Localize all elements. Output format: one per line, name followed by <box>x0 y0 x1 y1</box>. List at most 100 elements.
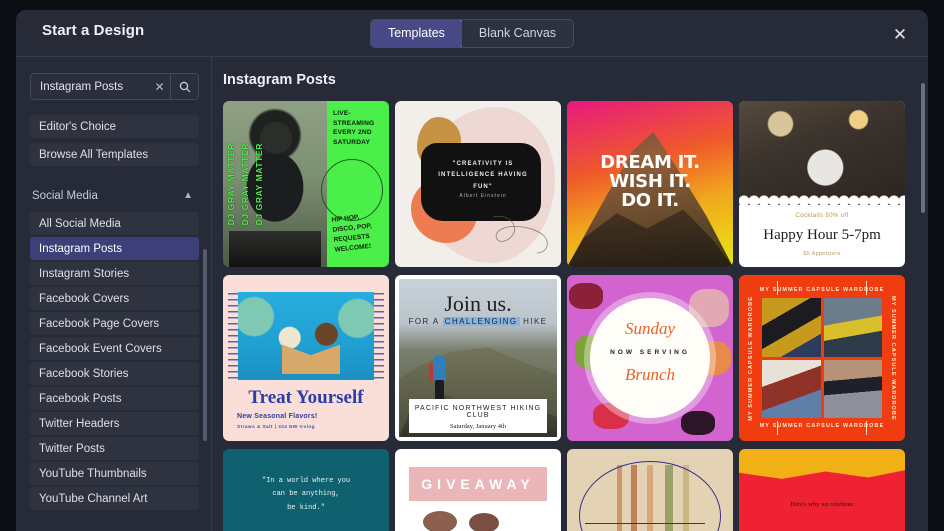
tab-templates[interactable]: Templates <box>370 20 463 47</box>
template-text: DREAM IT. <box>600 152 700 173</box>
template-card-join-us-hike[interactable]: Join us. FOR A CHALLENGING HIKE PACIFIC … <box>395 275 561 441</box>
template-card-happy-hour[interactable]: Cocktails 50% off Happy Hour 5-7pm $5 Ap… <box>739 101 905 267</box>
sidebar-item-instagram-stories[interactable]: Instagram Stories <box>30 262 199 285</box>
template-headline: Brunch <box>624 365 676 384</box>
template-text: "In a world where you <box>261 477 351 485</box>
template-subtitle: New Seasonal Flavors! <box>237 413 318 420</box>
mode-tabs: Templates Blank Canvas <box>369 19 575 48</box>
template-headline: Sunday <box>624 319 676 338</box>
decorative-scallop-edge <box>739 195 905 207</box>
photo-cell <box>762 359 821 418</box>
template-card-be-kind-quote[interactable]: "In a world where you can be anything, b… <box>223 449 389 531</box>
close-icon[interactable]: ✕ <box>149 74 170 99</box>
sidebar-item-all-social-media[interactable]: All Social Media <box>30 212 199 235</box>
template-label: MY SUMMER CAPSULE WARDROBE <box>759 287 885 293</box>
decorative-object <box>423 511 457 531</box>
template-text: DJ GRAY MATTER <box>240 142 250 226</box>
template-card-sunday-brunch[interactable]: Sunday NOW SERVING Brunch <box>567 275 733 441</box>
template-sidebar-panel: LIVE-STREAMING EVERY 2ND SATURDAY HIP HO… <box>321 101 389 267</box>
search-icon[interactable] <box>170 74 198 99</box>
chevron-up-icon[interactable]: ▲ <box>183 191 193 201</box>
photo-cell <box>762 298 821 357</box>
decorative-object <box>469 513 499 531</box>
sidebar-item-facebook-posts[interactable]: Facebook Posts <box>30 387 199 410</box>
template-card-summer-capsule-wardrobe[interactable]: MY SUMMER CAPSULE WARDROBE MY SUMMER CAP… <box>739 275 905 441</box>
sidebar-item-facebook-event-covers[interactable]: Facebook Event Covers <box>30 337 199 360</box>
decorative-line <box>585 523 705 524</box>
template-text: Here's why we celebrate <box>790 501 854 508</box>
template-text: Saturday, January 4th <box>449 423 507 430</box>
template-card-heres-why-we-celebrate[interactable]: Here's why we celebrate <box>739 449 905 531</box>
template-thumbnail-image <box>739 101 905 205</box>
photo-cell <box>823 359 882 418</box>
page-title: Start a Design <box>42 22 145 39</box>
template-author: Albert Einstein <box>459 193 507 199</box>
decorative-squiggle <box>492 215 548 254</box>
template-card-giveaway[interactable]: GIVEAWAY <box>395 449 561 531</box>
template-headline: Happy Hour 5-7pm <box>763 227 881 243</box>
sidebar-nav-list: All Social Media Instagram Posts Instagr… <box>30 212 199 510</box>
sidebar-scrollbar[interactable] <box>203 249 207 441</box>
sidebar-item-instagram-posts[interactable]: Instagram Posts <box>30 237 199 260</box>
template-label: MY SUMMER CAPSULE WARDROBE <box>759 423 885 429</box>
sidebar-item-facebook-stories[interactable]: Facebook Stories <box>30 362 199 385</box>
template-card-treat-yourself[interactable]: Treat Yourself New Seasonal Flavors! Str… <box>223 275 389 441</box>
template-text: PACIFIC NORTHWEST HIKING CLUB <box>414 405 542 419</box>
template-card-dj-gray-matter[interactable]: DJ GRAY MATTER DJ GRAY MATTER DJ GRAY MA… <box>223 101 389 267</box>
section-title: Instagram Posts <box>223 72 336 88</box>
modal-body: Instagram Posts ✕ Editor's Choice Browse… <box>16 57 928 531</box>
sidebar-item-youtube-channel-art[interactable]: YouTube Channel Art <box>30 487 199 510</box>
sidebar-group-social-media[interactable]: Social Media ▲ <box>30 186 199 206</box>
template-quote: "CREATIVITY IS INTELLIGENCE HAVING FUN" <box>438 161 528 190</box>
template-text: WISH IT. <box>609 171 691 193</box>
search-box[interactable]: Instagram Posts ✕ <box>30 73 199 100</box>
template-text: DJ GRAY MATTER <box>226 142 236 226</box>
sidebar-item-twitter-headers[interactable]: Twitter Headers <box>30 412 199 435</box>
template-vertical-title: DJ GRAY MATTER DJ GRAY MATTER DJ GRAY MA… <box>223 101 279 267</box>
template-headline: DREAM IT. WISH IT. DO IT. <box>567 153 733 210</box>
photo-cell <box>823 298 882 357</box>
template-label: MY SUMMER CAPSULE WARDROBE <box>890 295 896 421</box>
template-text-highlight: CHALLENGING <box>442 317 520 326</box>
sidebar: Instagram Posts ✕ Editor's Choice Browse… <box>16 57 212 531</box>
decorative-food <box>681 411 715 435</box>
sidebar-item-youtube-thumbnails[interactable]: YouTube Thumbnails <box>30 462 199 485</box>
sidebar-item-twitter-posts[interactable]: Twitter Posts <box>30 437 199 460</box>
tab-blank-canvas[interactable]: Blank Canvas <box>461 20 574 47</box>
template-subtitle: FOR A CHALLENGING HIKE <box>395 317 561 326</box>
sidebar-item-browse-all-templates[interactable]: Browse All Templates <box>30 143 199 166</box>
template-label: MY SUMMER CAPSULE WARDROBE <box>748 295 754 421</box>
template-subtitle: NOW SERVING <box>610 349 690 356</box>
sidebar-item-editors-choice[interactable]: Editor's Choice <box>30 115 199 138</box>
close-icon[interactable]: ✕ <box>890 24 910 44</box>
decorative-arc <box>579 461 721 531</box>
sidebar-item-facebook-page-covers[interactable]: Facebook Page Covers <box>30 312 199 335</box>
template-text: DO IT. <box>621 190 679 212</box>
template-text: DJ GRAY MATTER <box>254 142 264 226</box>
template-footnote: Straws & Salt | 334 NW Irving <box>237 425 315 430</box>
template-headline: GIVEAWAY <box>409 467 547 501</box>
start-a-design-modal: Start a Design Templates Blank Canvas ✕ … <box>16 10 928 531</box>
template-headline: Join us. <box>444 291 512 316</box>
template-text: be kind." <box>287 503 325 512</box>
decorative-shape <box>739 449 905 479</box>
hiker-figure <box>429 349 449 403</box>
template-grid: DJ GRAY MATTER DJ GRAY MATTER DJ GRAY MA… <box>223 101 910 531</box>
modal-header: Start a Design Templates Blank Canvas ✕ <box>16 10 928 57</box>
template-headline: Treat Yourself <box>248 387 364 408</box>
search-input[interactable]: Instagram Posts <box>31 74 149 99</box>
template-headline: LIVE-STREAMING EVERY 2ND SATURDAY <box>333 110 375 146</box>
template-footnote: HIP HOP, DISCO, POP, REQUESTS WELCOME! <box>331 214 373 254</box>
template-footer: PACIFIC NORTHWEST HIKING CLUB Saturday, … <box>409 399 547 433</box>
decorative-circle <box>590 298 710 418</box>
decorative-food <box>569 283 603 309</box>
template-card-creativity-quote[interactable]: "CREATIVITY IS INTELLIGENCE HAVING FUN" … <box>395 101 561 267</box>
template-card-dream-it-mountain[interactable]: DREAM IT. WISH IT. DO IT. <box>567 101 733 267</box>
template-quote: "In a world where you can be anything, b… <box>223 475 389 515</box>
template-grid-scrollbar[interactable] <box>921 83 925 213</box>
sidebar-item-facebook-covers[interactable]: Facebook Covers <box>30 287 199 310</box>
template-card-blue-jay-bar-pub[interactable]: BLUE JAY BAR & PUB <box>567 449 733 531</box>
template-eyebrow: Cocktails 50% off <box>795 213 849 219</box>
template-text: can be anything, <box>272 490 340 499</box>
template-footnote: $5 Appetizers <box>803 251 841 257</box>
